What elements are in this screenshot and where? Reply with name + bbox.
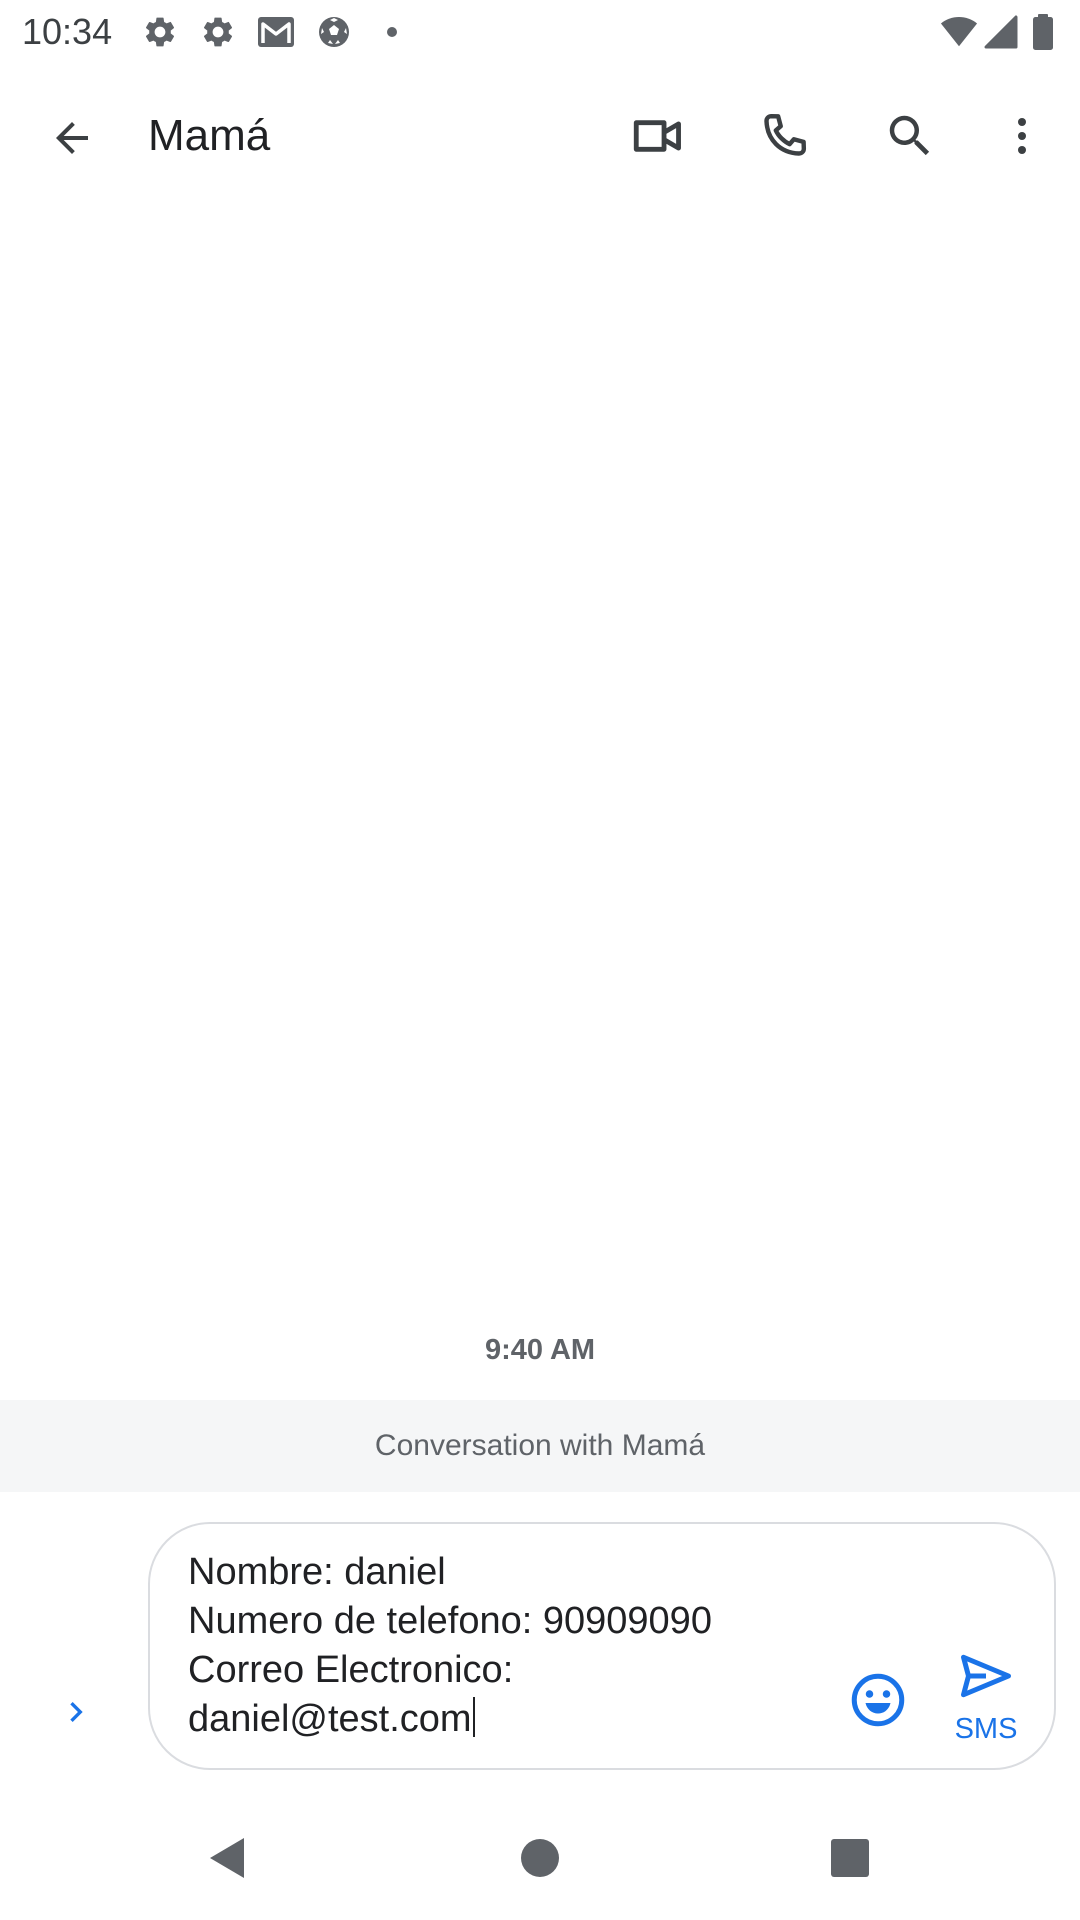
nav-back-button[interactable] (184, 1826, 268, 1890)
notification-icons (140, 12, 430, 52)
arrow-back-icon (56, 122, 88, 154)
more-vert-icon (1018, 118, 1026, 154)
wifi-icon (940, 12, 978, 52)
nav-back-icon (210, 1838, 244, 1878)
settings-icon (140, 12, 180, 52)
phone-icon (764, 113, 807, 156)
send-icon (961, 1654, 1011, 1698)
app-bar: Mamá (0, 64, 1080, 208)
cell-signal-icon (982, 12, 1020, 52)
settings-icon (198, 12, 238, 52)
text-cursor (472, 1697, 475, 1737)
search-icon (889, 115, 930, 156)
search-button[interactable] (868, 94, 952, 178)
conversation-banner: Conversation with Mamá (0, 1400, 1080, 1492)
video-call-button[interactable] (616, 94, 700, 178)
system-icons (936, 12, 1062, 52)
message-timestamp: 9:40 AM (484, 1334, 596, 1366)
chevron-right-icon (70, 1702, 83, 1722)
expand-attachments-button[interactable] (44, 1680, 108, 1744)
status-time: 10:34 (22, 11, 113, 52)
back-button[interactable] (30, 96, 114, 180)
soccer-ball-icon (314, 12, 354, 52)
nav-home-icon (521, 1839, 559, 1877)
dot-icon (372, 12, 412, 52)
emoji-icon (851, 1673, 905, 1727)
send-label: SMS (954, 1713, 1018, 1745)
gmail-icon (256, 12, 296, 52)
nav-home-button[interactable] (498, 1826, 582, 1890)
phone-call-button[interactable] (742, 94, 826, 178)
nav-recents-button[interactable] (808, 1826, 892, 1890)
send-sms-button[interactable]: SMS (936, 1646, 1032, 1756)
nav-recents-icon (831, 1839, 869, 1877)
message-input[interactable]: Nombre: daniel Numero de telefono: 90909… (188, 1548, 828, 1744)
message-compose-field[interactable]: Nombre: daniel Numero de telefono: 90909… (148, 1522, 1056, 1770)
more-options-button[interactable] (980, 94, 1064, 178)
battery-icon (1024, 12, 1062, 52)
status-bar: 10:34 (0, 0, 1080, 64)
message-input-text: Nombre: daniel Numero de telefono: 90909… (188, 1551, 712, 1740)
emoji-button[interactable] (842, 1664, 914, 1736)
video-call-icon (633, 120, 681, 152)
conversation-title: Mamá (148, 111, 271, 160)
navigation-bar (0, 1800, 1080, 1920)
